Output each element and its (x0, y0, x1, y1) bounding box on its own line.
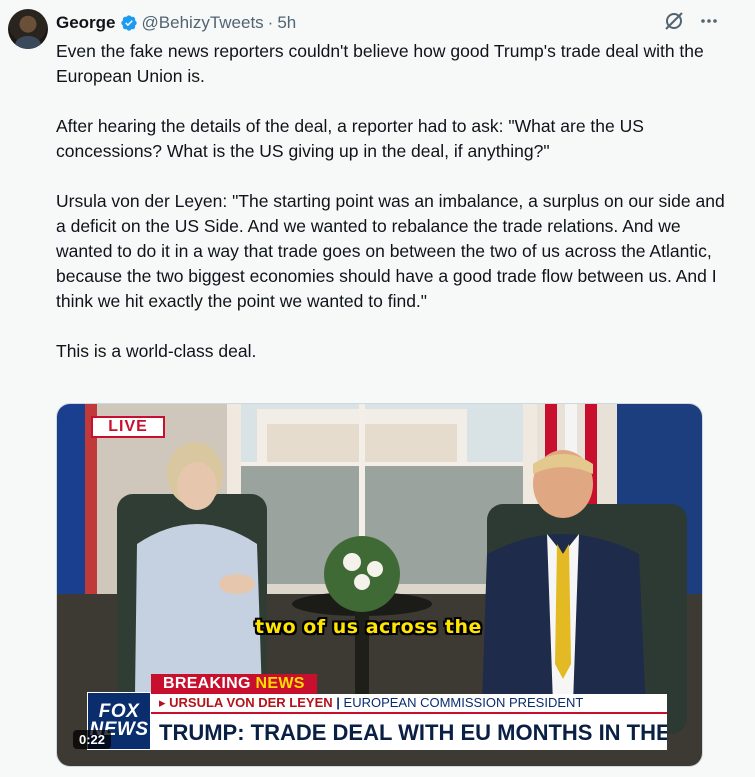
tweet[interactable]: George @BehizyTweets · 5h Even the fake … (0, 0, 755, 777)
avatar[interactable] (8, 9, 48, 49)
breaking-label: BREAKING (163, 675, 251, 692)
video-player[interactable]: LIVE two of us across the BREAKING NEWS … (56, 403, 703, 767)
tweet-paragraph: This is a world-class deal. (56, 341, 257, 361)
speaker-name: URSULA VON DER LEYEN (169, 695, 333, 710)
speaker-bar: ▸ URSULA VON DER LEYEN | EUROPEAN COMMIS… (151, 694, 667, 712)
speaker-marker: ▸ (159, 695, 166, 710)
tweet-paragraph: Even the fake news reporters couldn't be… (56, 41, 704, 86)
handle[interactable]: @BehizyTweets (142, 13, 264, 33)
header-actions (663, 10, 719, 32)
speaker-role: EUROPEAN COMMISSION PRESIDENT (343, 695, 584, 710)
verified-badge-icon (120, 14, 138, 32)
headline-bar: TRUMP: TRADE DEAL WITH EU MONTHS IN THE … (151, 712, 667, 750)
live-badge: LIVE (91, 416, 165, 438)
live-label: LIVE (108, 418, 148, 435)
video-timestamp: 0:22 (73, 730, 112, 749)
tweet-paragraph: After hearing the details of the deal, a… (56, 116, 644, 161)
separator-dot: · (267, 13, 274, 32)
display-name[interactable]: George (56, 13, 116, 33)
speaker-separator: | (336, 695, 340, 710)
grok-icon[interactable] (663, 10, 685, 32)
more-icon[interactable] (699, 11, 719, 31)
news-lower-third: BREAKING NEWS ▸ URSULA VON DER LEYEN | E… (87, 674, 667, 758)
tweet-text: Even the fake news reporters couldn't be… (56, 39, 726, 364)
tweet-header: George @BehizyTweets · 5h (56, 11, 296, 35)
timestamp[interactable]: 5h (277, 13, 296, 33)
video-caption: two of us across the (255, 616, 482, 638)
tweet-paragraph: Ursula von der Leyen: "The starting poin… (56, 191, 725, 311)
breaking-news-bar: BREAKING NEWS (151, 674, 317, 694)
news-label: NEWS (255, 675, 305, 692)
